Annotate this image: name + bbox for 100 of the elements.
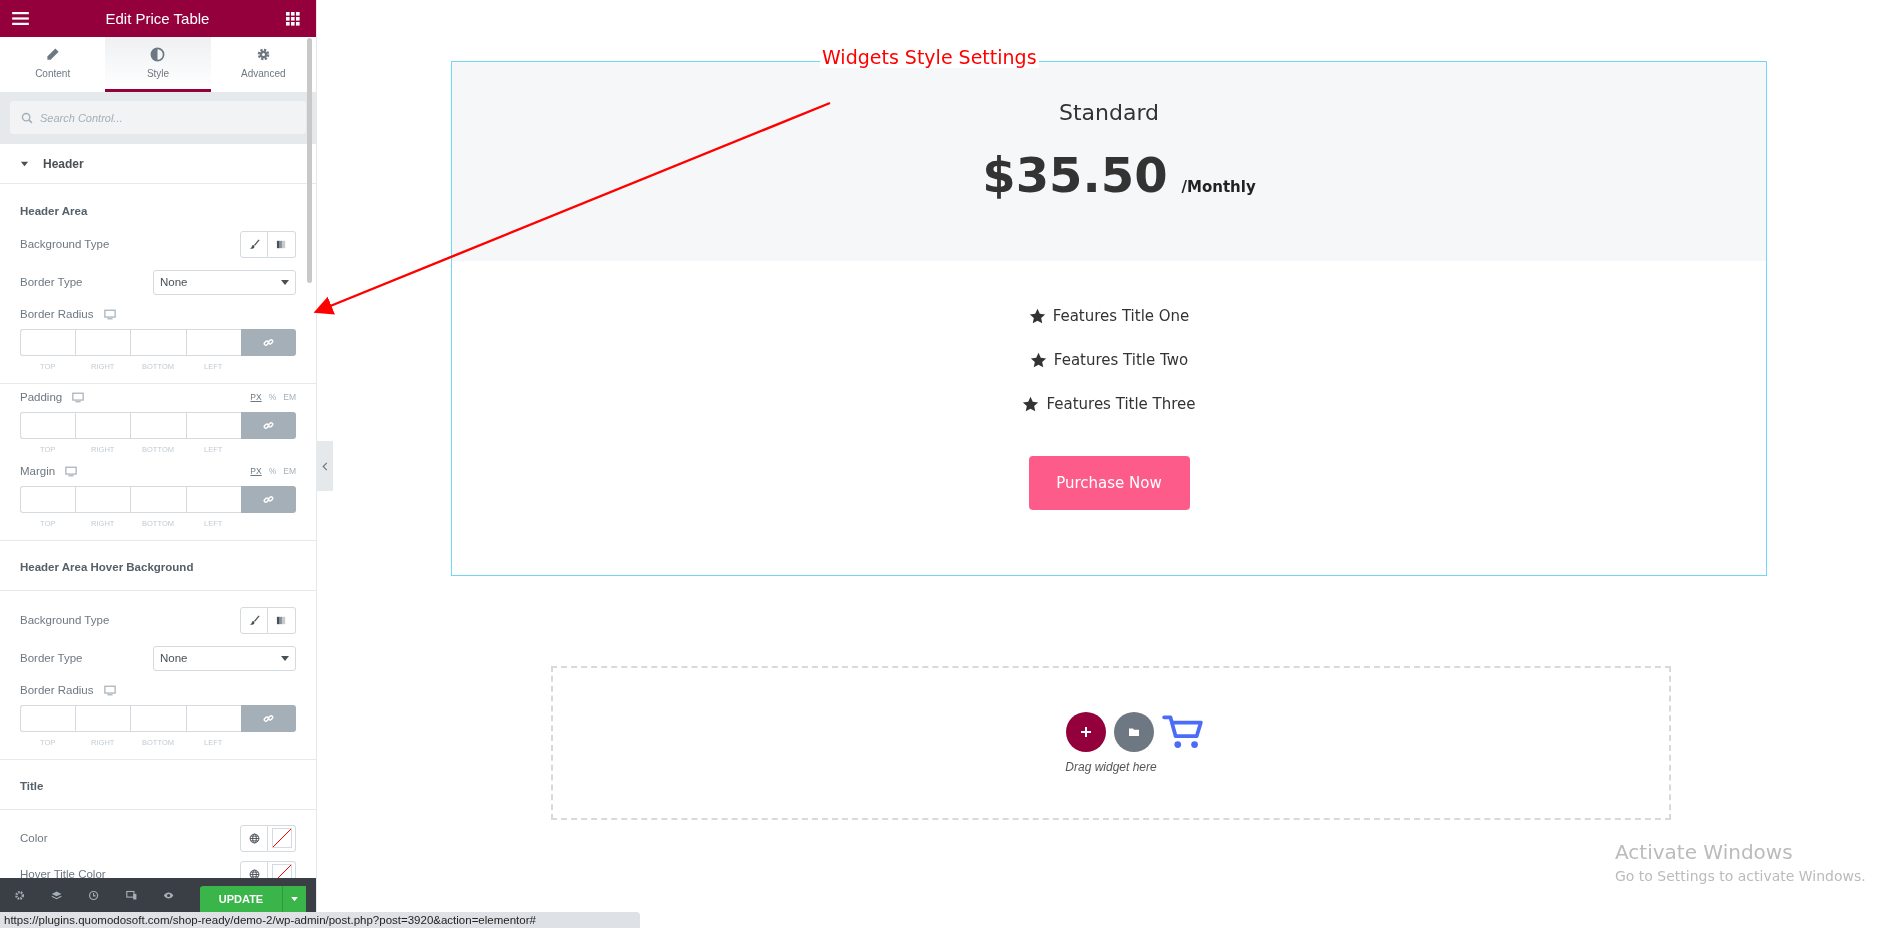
control-label: Border Type — [20, 276, 83, 288]
responsive-icon[interactable] — [125, 888, 137, 902]
search-field[interactable]: Search Control... — [10, 101, 306, 134]
dimension-input[interactable] — [130, 705, 186, 732]
link-icon — [262, 494, 274, 505]
global-colors-button[interactable] — [240, 824, 268, 852]
dimension-input[interactable] — [130, 412, 186, 439]
control-label: Hover Title Color — [20, 868, 106, 878]
dimension-input[interactable] — [185, 486, 241, 513]
gradient-icon — [276, 614, 287, 626]
unit-option[interactable]: PX — [250, 466, 262, 476]
control-label: Background Type — [20, 238, 110, 250]
caret-icon — [281, 655, 289, 661]
annotation-label: Widgets Style Settings — [820, 46, 1039, 68]
control-label: Margin — [20, 465, 56, 477]
panel-tab[interactable]: Content — [0, 37, 106, 92]
caret-icon — [291, 896, 298, 902]
dimension-input[interactable] — [75, 329, 131, 356]
panel-tab[interactable]: Advanced — [210, 37, 316, 92]
link-values-button[interactable] — [240, 486, 296, 513]
dimension-input[interactable] — [130, 329, 186, 356]
pencil-icon — [45, 47, 61, 62]
no-color-icon — [271, 864, 292, 878]
dimension-input[interactable] — [20, 486, 76, 513]
gear-icon — [255, 47, 271, 62]
unit-option[interactable]: PX — [250, 392, 262, 402]
classic-brush-button[interactable] — [240, 230, 268, 258]
menu-icon[interactable] — [12, 12, 29, 25]
drop-hint: Drag widget here — [1065, 760, 1157, 774]
search-icon — [21, 112, 33, 124]
panel-tab[interactable]: Style — [105, 37, 211, 92]
control-label: Padding — [20, 391, 63, 403]
collapse-panel-button[interactable] — [317, 441, 333, 491]
gradient-icon — [276, 238, 287, 250]
feature-text: Features Title Three — [1046, 395, 1196, 413]
status-url: https://plugins.quomodosoft.com/shop-ready/demo-2/wp-admin/post.php?post=3920&action=elementor# — [0, 912, 640, 928]
history-icon[interactable] — [88, 888, 100, 902]
star-icon — [1022, 395, 1040, 413]
desktop-icon[interactable] — [103, 308, 116, 320]
dimension-input[interactable] — [75, 486, 131, 513]
brush-icon — [248, 238, 260, 250]
gradient-button[interactable] — [268, 230, 296, 258]
dimension-input[interactable] — [75, 412, 131, 439]
dimension-input[interactable] — [185, 412, 241, 439]
settings-icon[interactable] — [14, 888, 26, 902]
globe-icon — [248, 832, 260, 844]
folder-icon — [1128, 726, 1140, 738]
cart-icon[interactable] — [1162, 713, 1204, 751]
link-icon — [262, 420, 274, 431]
globe-icon — [248, 868, 260, 878]
add-section-button[interactable] — [1066, 712, 1106, 752]
link-values-button[interactable] — [240, 329, 296, 356]
control-heading: Title — [20, 780, 44, 792]
link-values-button[interactable] — [240, 705, 296, 732]
desktop-icon[interactable] — [65, 465, 78, 477]
border-type-select[interactable]: None — [153, 645, 296, 671]
contrast-icon — [150, 47, 166, 62]
control-label: Border Type — [20, 652, 83, 664]
price-period: /Monthly — [1181, 178, 1256, 196]
link-values-button[interactable] — [240, 412, 296, 439]
no-color-icon — [271, 828, 292, 848]
brush-icon — [248, 614, 260, 626]
add-template-button[interactable] — [1114, 712, 1154, 752]
control-label: Border Radius — [20, 684, 94, 696]
control-label: Color — [20, 832, 48, 844]
dimension-input[interactable] — [185, 329, 241, 356]
star-icon — [1028, 307, 1046, 325]
panel-title: Edit Price Table — [105, 10, 210, 27]
caret-icon — [20, 159, 29, 168]
control-heading: Header Area — [20, 205, 88, 217]
dimension-input[interactable] — [20, 412, 76, 439]
scrollbar[interactable] — [307, 38, 312, 283]
border-type-select[interactable]: None — [153, 269, 296, 295]
dimension-input[interactable] — [20, 705, 76, 732]
gradient-button[interactable] — [268, 606, 296, 634]
dimension-input[interactable] — [20, 329, 76, 356]
desktop-icon[interactable] — [103, 684, 116, 696]
control-heading: Header Area Hover Background — [20, 561, 194, 573]
dimension-input[interactable] — [75, 705, 131, 732]
link-icon — [262, 337, 274, 348]
dimension-input[interactable] — [130, 486, 186, 513]
purchase-button[interactable]: Purchase Now — [1028, 456, 1190, 510]
feature-text: Features Title One — [1052, 307, 1190, 325]
activation-subtitle: Go to Settings to activate Windows. — [1615, 868, 1866, 884]
plus-icon — [1080, 726, 1092, 738]
dimension-input[interactable] — [185, 705, 241, 732]
control-label: Background Type — [20, 614, 110, 626]
chevron-left-icon — [322, 461, 328, 471]
update-button[interactable]: UPDATE — [200, 886, 282, 912]
classic-brush-button[interactable] — [240, 606, 268, 634]
update-options-button[interactable] — [282, 886, 306, 912]
color-swatch[interactable] — [268, 824, 296, 852]
price: $35.50 — [982, 147, 1168, 203]
feature-text: Features Title Two — [1053, 351, 1189, 369]
desktop-icon[interactable] — [72, 391, 85, 403]
activation-title: Activate Windows — [1615, 840, 1794, 864]
control-label: Border Radius — [20, 308, 94, 320]
grid-icon[interactable] — [286, 11, 300, 26]
link-icon — [262, 713, 274, 724]
star-icon — [1029, 351, 1047, 369]
